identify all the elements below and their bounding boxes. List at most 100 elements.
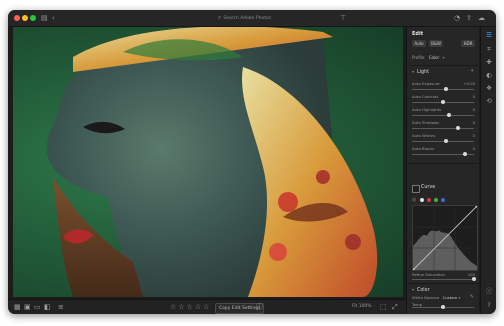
- contrast-slider[interactable]: [412, 100, 474, 104]
- color-section-title: Color: [417, 288, 430, 293]
- highlights-value[interactable]: 0: [473, 107, 475, 112]
- curve-section-header[interactable]: Curve: [421, 185, 435, 190]
- blacks-slider[interactable]: [412, 152, 474, 156]
- zoom-level-label: Fit 100%: [352, 304, 372, 309]
- search-field[interactable]: ⌕ Search Adobe Photos: [218, 13, 272, 23]
- highlights-label: Auto Highlights: [412, 107, 442, 112]
- target-adjust-icon[interactable]: ◎: [412, 197, 416, 203]
- eyedropper-icon[interactable]: ✎: [470, 294, 474, 300]
- fullscreen-icon[interactable]: ⤢: [392, 303, 398, 311]
- white-balance-value: Custom: [442, 295, 458, 300]
- blacks-value[interactable]: 0: [473, 146, 475, 151]
- share-icon[interactable]: ⇪: [466, 13, 472, 23]
- temp-slider[interactable]: [412, 305, 474, 309]
- auto-button[interactable]: Auto: [412, 40, 426, 47]
- detail-view-icon[interactable]: ▭: [34, 303, 41, 311]
- title-bar: ▤ ‹ ⌕ Search Adobe Photos ⊤ ◔ ⇪ ☁: [8, 10, 496, 27]
- auto-light-icon[interactable]: ✶: [470, 69, 474, 74]
- shadows-value[interactable]: 0: [473, 120, 475, 125]
- exposure-value[interactable]: +0.00: [463, 81, 475, 86]
- green-channel-dot[interactable]: [434, 198, 438, 202]
- versions-icon[interactable]: ⟲: [485, 97, 493, 105]
- grid-view-icon[interactable]: ▦: [14, 303, 21, 311]
- divider: [407, 283, 479, 284]
- curve-panel-icon[interactable]: [412, 185, 420, 193]
- divider: [407, 163, 479, 164]
- help-icon[interactable]: ?: [485, 301, 493, 309]
- edit-panel-title: Edit: [412, 31, 424, 37]
- chevron-down-icon: ▾: [442, 55, 445, 60]
- zoom-level[interactable]: Fit 100%: [352, 303, 372, 311]
- refine-saturation-slider-thumb[interactable]: [472, 277, 476, 281]
- photo-canvas[interactable]: [13, 27, 403, 297]
- copy-edit-settings-label: Copy Edit Settings: [219, 306, 261, 311]
- temp-slider-thumb[interactable]: [441, 305, 445, 309]
- portrait-photo: [46, 27, 378, 297]
- refine-saturation-label: Refine Saturation: [412, 272, 445, 277]
- right-tool-rail: ☰ ⌗ ✚ ◐ ❖ ⟲ ⓘ ?: [480, 27, 496, 314]
- masking-icon[interactable]: ◐: [485, 71, 493, 79]
- contrast-value[interactable]: 0: [473, 94, 475, 99]
- hdr-button[interactable]: HDR: [461, 40, 475, 47]
- profile-row[interactable]: Profile Color ▾: [412, 55, 444, 60]
- whites-label: Auto Whites: [412, 133, 436, 138]
- close-window-button[interactable]: [14, 15, 20, 21]
- search-placeholder: Search Adobe Photos: [223, 16, 272, 21]
- bottom-toolbar: ▦ ▣ ▭ ◧ ≡ ☆☆☆☆☆ Copy Edit Settings ⓘ Fit…: [8, 299, 406, 314]
- app-window: ▤ ‹ ⌕ Search Adobe Photos ⊤ ◔ ⇪ ☁ ▦ ▣ ▭ …: [8, 10, 496, 314]
- heal-icon[interactable]: ✚: [485, 58, 493, 66]
- info-icon[interactable]: ⓘ: [485, 287, 493, 295]
- bw-button[interactable]: B&W: [429, 40, 443, 47]
- red-channel-dot[interactable]: [427, 198, 431, 202]
- histogram-graph: [411, 204, 479, 272]
- blacks-slider-thumb[interactable]: [463, 152, 467, 156]
- shadows-slider-thumb[interactable]: [456, 126, 460, 130]
- rgb-channel-dot[interactable]: [420, 198, 424, 202]
- chevron-down-icon: ▾: [458, 295, 461, 300]
- color-section-header[interactable]: ▾ Color: [412, 287, 430, 293]
- info-icon[interactable]: ⓘ: [256, 303, 263, 311]
- exposure-slider[interactable]: [412, 87, 474, 91]
- edit-icon[interactable]: ☰: [485, 31, 493, 39]
- whites-slider-thumb[interactable]: [444, 139, 448, 143]
- profile-label: Profile: [412, 55, 425, 60]
- minimize-window-button[interactable]: [22, 15, 28, 21]
- sidebar-icon[interactable]: ▤: [41, 13, 48, 23]
- sort-icon[interactable]: ≡: [58, 303, 64, 311]
- compare-view-icon[interactable]: ◧: [44, 303, 51, 311]
- blacks-label: Auto Blacks: [412, 146, 435, 151]
- blue-channel-dot[interactable]: [441, 198, 445, 202]
- contrast-slider-thumb[interactable]: [441, 100, 445, 104]
- presets-icon[interactable]: ❖: [485, 84, 493, 92]
- refine-saturation-slider[interactable]: [412, 277, 476, 281]
- cloud-icon[interactable]: ☁: [478, 13, 485, 23]
- exposure-label: Auto Exposure: [412, 81, 440, 86]
- whites-value[interactable]: 0: [473, 133, 475, 138]
- divider: [407, 65, 479, 66]
- auto-button-label: Auto: [414, 41, 424, 46]
- shadows-slider[interactable]: [412, 126, 474, 130]
- highlights-slider-thumb[interactable]: [447, 113, 451, 117]
- highlights-slider[interactable]: [412, 113, 474, 117]
- crop-icon[interactable]: ⌗: [485, 45, 493, 53]
- profile-value: Color: [428, 55, 440, 60]
- light-section-header[interactable]: ▾ Light: [412, 69, 429, 75]
- tone-curve-histogram[interactable]: [411, 204, 479, 272]
- fit-icon[interactable]: ⬚: [380, 303, 387, 311]
- hdr-button-label: HDR: [463, 41, 473, 46]
- back-icon[interactable]: ‹: [52, 13, 55, 23]
- contrast-label: Auto Contrast: [412, 94, 439, 99]
- light-section-title: Light: [417, 70, 429, 75]
- zoom-window-button[interactable]: [30, 15, 36, 21]
- square-view-icon[interactable]: ▣: [24, 303, 31, 311]
- exposure-slider-thumb[interactable]: [444, 87, 448, 91]
- whites-slider[interactable]: [412, 139, 474, 143]
- edit-panel: Edit Auto B&W HDR Profile Color ▾ ▾ Light…: [406, 27, 479, 314]
- rating-stars-icon[interactable]: ☆☆☆☆☆: [170, 303, 211, 311]
- white-balance-label: White Balance: [412, 295, 440, 300]
- chevron-down-icon: ▾: [412, 69, 415, 74]
- notifications-icon[interactable]: ◔: [454, 13, 460, 23]
- white-balance-row[interactable]: White Balance Custom ▾: [412, 295, 460, 300]
- shadows-label: Auto Shadows: [412, 120, 439, 125]
- filter-icon[interactable]: ⊤: [340, 13, 346, 23]
